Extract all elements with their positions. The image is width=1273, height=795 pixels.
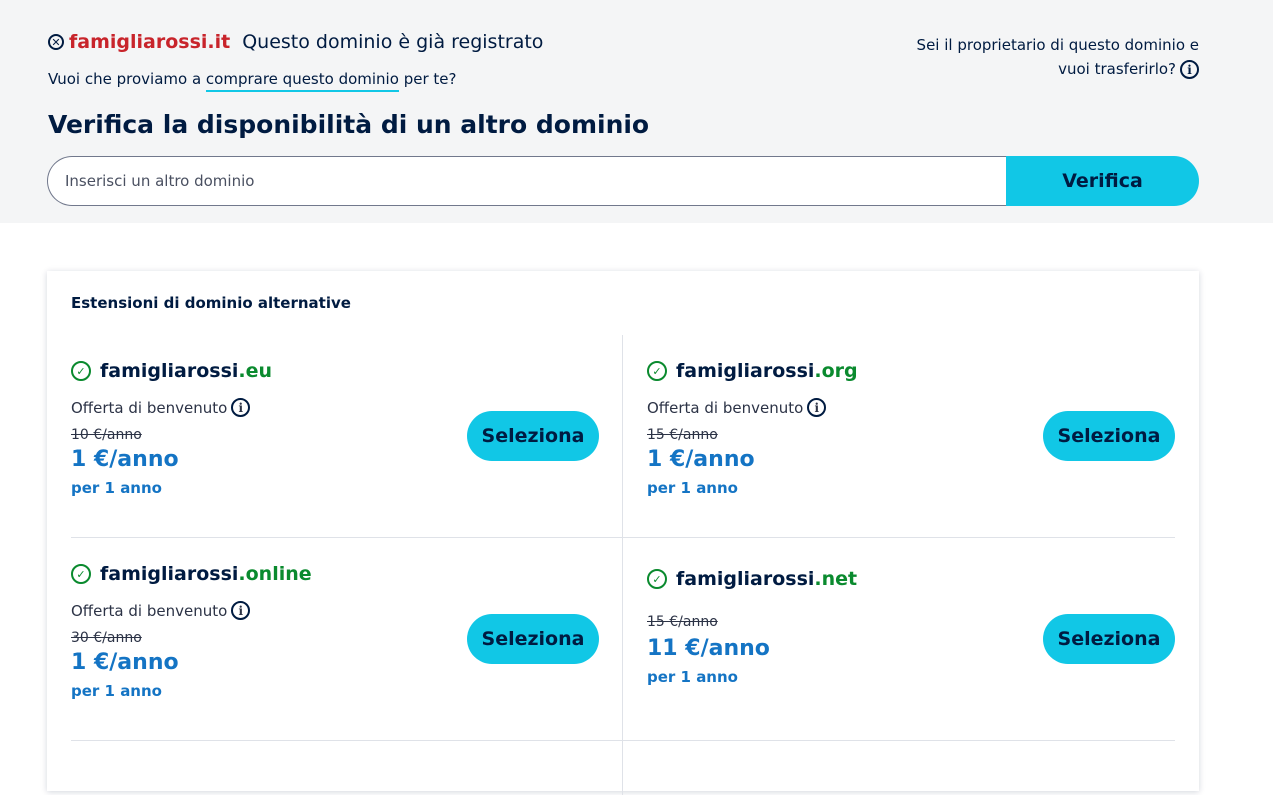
price: 1 €/anno	[71, 650, 179, 675]
price-period: per 1 anno	[71, 479, 162, 497]
select-button[interactable]: Seleziona	[467, 614, 599, 664]
domain-base: famigliarossi	[676, 360, 815, 382]
domain-tld: .org	[814, 360, 858, 382]
old-price: 15 €/anno	[647, 427, 718, 443]
old-price: 30 €/anno	[71, 630, 142, 646]
domain-tld: .net	[814, 568, 858, 590]
domain-status: ✕ famigliarossi.it Questo dominio è già …	[48, 31, 543, 53]
verify-button[interactable]: Verifica	[1006, 156, 1199, 206]
offer-info-icon[interactable]: i	[807, 398, 827, 417]
domain-tld: .online	[238, 563, 312, 585]
offer-info-icon[interactable]: i	[231, 398, 251, 417]
check-circle-icon: ✓	[647, 361, 667, 381]
check-circle-icon: ✓	[71, 564, 91, 584]
owner-line-2: vuoi trasferirlo?	[1058, 60, 1176, 78]
price-period: per 1 anno	[647, 479, 738, 497]
owner-line-2-row: vuoi trasferirlo? i	[879, 57, 1199, 81]
check-circle-icon: ✓	[71, 361, 91, 381]
select-button[interactable]: Seleziona	[467, 411, 599, 461]
buy-domain-link[interactable]: comprare questo dominio	[205, 70, 399, 92]
domain-name: ✓ famigliarossi .online	[71, 563, 312, 585]
domain-base: famigliarossi	[100, 563, 239, 585]
old-price: 10 €/anno	[71, 427, 142, 443]
select-button[interactable]: Seleziona	[1043, 411, 1175, 461]
page-title: Verifica la disponibilità di un altro do…	[48, 110, 650, 139]
owner-transfer-text: Sei il proprietario di questo dominio e …	[879, 33, 1199, 81]
taken-domain: famigliarossi.it	[69, 31, 231, 53]
domain-option-org: ✓ famigliarossi .org Offerta di benvenuto…	[647, 360, 1175, 510]
buy-suffix: per te?	[403, 70, 457, 88]
buy-domain-line: Vuoi che proviamo a comprare questo domi…	[48, 70, 457, 92]
domain-option-eu: ✓ famigliarossi .eu Offerta di benvenuto …	[71, 360, 599, 510]
alternatives-card: Estensioni di dominio alternative ✓ fami…	[47, 271, 1199, 795]
welcome-offer: Offerta di benvenuto i	[71, 398, 251, 417]
close-circle-icon: ✕	[48, 34, 64, 50]
domain-option-net: ✓ famigliarossi .net 15 €/anno 11 €/anno …	[647, 563, 1175, 713]
offer-label: Offerta di benvenuto	[71, 601, 228, 620]
select-button[interactable]: Seleziona	[1043, 614, 1175, 664]
search-header: ✕ famigliarossi.it Questo dominio è già …	[0, 0, 1273, 223]
offer-label: Offerta di benvenuto	[647, 398, 804, 417]
domain-search-input[interactable]	[47, 156, 1006, 206]
row-divider	[71, 537, 1175, 538]
price: 1 €/anno	[71, 447, 179, 472]
domain-search: Verifica	[47, 156, 1199, 206]
check-circle-icon: ✓	[647, 569, 667, 589]
domain-tld: .eu	[238, 360, 273, 382]
transfer-info-icon[interactable]: i	[1180, 60, 1199, 79]
welcome-offer: Offerta di benvenuto i	[71, 601, 251, 620]
alternatives-title: Estensioni di dominio alternative	[71, 294, 351, 312]
domain-option-online: ✓ famigliarossi .online Offerta di benven…	[71, 563, 599, 713]
domain-base: famigliarossi	[100, 360, 239, 382]
price-period: per 1 anno	[647, 668, 738, 686]
domain-name: ✓ famigliarossi .org	[647, 360, 858, 382]
old-price: 15 €/anno	[647, 614, 718, 630]
price: 1 €/anno	[647, 447, 755, 472]
price: 11 €/anno	[647, 636, 770, 661]
domain-name: ✓ famigliarossi .net	[647, 568, 857, 590]
price-period: per 1 anno	[71, 682, 162, 700]
row-divider	[71, 740, 1175, 741]
welcome-offer: Offerta di benvenuto i	[647, 398, 827, 417]
domain-name: ✓ famigliarossi .eu	[71, 360, 272, 382]
buy-prefix: Vuoi che proviamo a	[48, 70, 202, 88]
taken-message: Questo dominio è già registrato	[242, 31, 544, 53]
column-divider	[622, 335, 623, 795]
domain-base: famigliarossi	[676, 568, 815, 590]
owner-line-1: Sei il proprietario di questo dominio e	[916, 36, 1199, 54]
offer-info-icon[interactable]: i	[231, 601, 251, 620]
offer-label: Offerta di benvenuto	[71, 398, 228, 417]
